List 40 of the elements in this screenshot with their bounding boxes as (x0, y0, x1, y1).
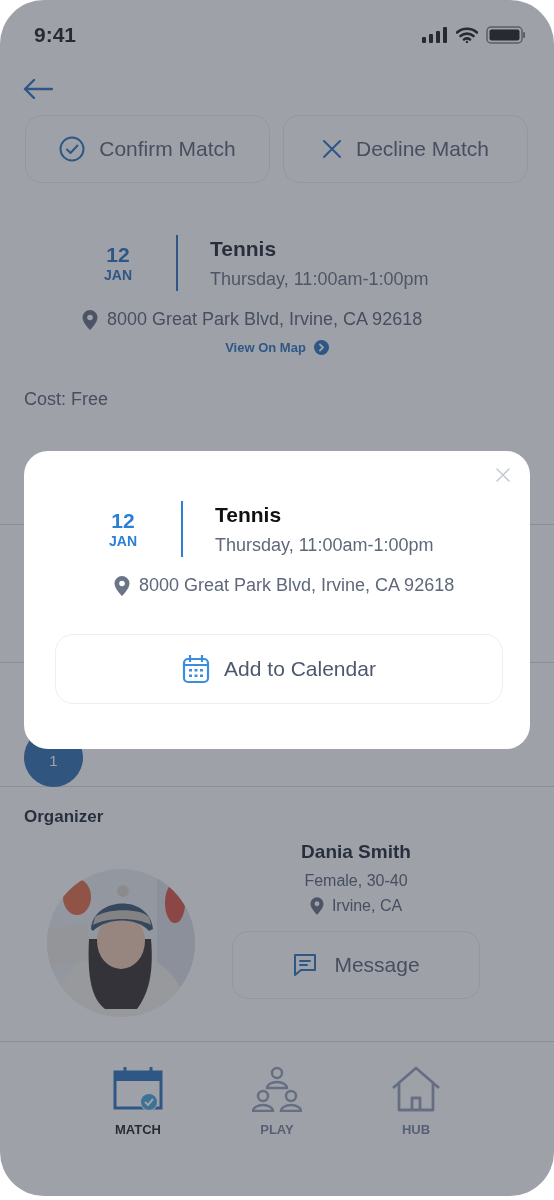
confirm-button[interactable]: Confirm Match (25, 115, 270, 183)
event-time: Thursday, 11:00am-1:00pm (210, 268, 429, 290)
wifi-icon (456, 27, 478, 43)
location-pin-icon (309, 897, 324, 915)
tab-bar-item[interactable]: HUB (389, 1066, 443, 1137)
event-month: JAN (104, 266, 132, 283)
check-circle-icon (59, 136, 86, 162)
tab-bar-item[interactable]: MATCH (111, 1066, 165, 1137)
chevron-circle-icon (313, 340, 329, 355)
signal-icon (422, 27, 448, 43)
back-arrow-icon[interactable] (23, 79, 53, 99)
event-day: 12 (106, 243, 130, 267)
event-address: 8000 Great Park Blvd, Irvine, CA 92618 (139, 575, 455, 596)
calendar-check-icon (113, 1066, 163, 1112)
event-address: 8000 Great Park Blvd, Irvine, CA 92618 (107, 309, 423, 330)
event-title: Tennis (215, 502, 283, 527)
calendar-icon (182, 654, 211, 684)
organizer-location: Irvine, CA (331, 897, 403, 915)
decline-button[interactable]: Decline Match (283, 115, 528, 183)
people-group-icon (252, 1066, 302, 1112)
location-pin-icon (82, 309, 98, 330)
organizer-details: Female, 30-40 (304, 872, 408, 890)
location-pin-icon (114, 575, 130, 596)
message-button[interactable]: Message (232, 931, 480, 999)
battery-icon (486, 26, 526, 44)
organizer-name: Dania Smith (301, 841, 411, 863)
view-on-map-link[interactable]: View On Map (225, 340, 329, 355)
event-day: 12 (111, 509, 135, 533)
tab-bar-item[interactable]: PLAY (250, 1066, 304, 1137)
cost-text: Cost: Free (23, 389, 110, 410)
close-icon[interactable] (496, 468, 510, 482)
event-month: JAN (109, 532, 137, 549)
close-icon (321, 139, 342, 159)
add-to-calendar-button[interactable]: Add to Calendar (55, 634, 503, 704)
chat-icon (292, 952, 319, 978)
event-title: Tennis (210, 236, 278, 261)
status-time: 9:41 (34, 23, 77, 47)
house-icon (391, 1066, 441, 1112)
event-time: Thursday, 11:00am-1:00pm (215, 534, 434, 556)
organizer-heading: Organizer (24, 807, 105, 827)
